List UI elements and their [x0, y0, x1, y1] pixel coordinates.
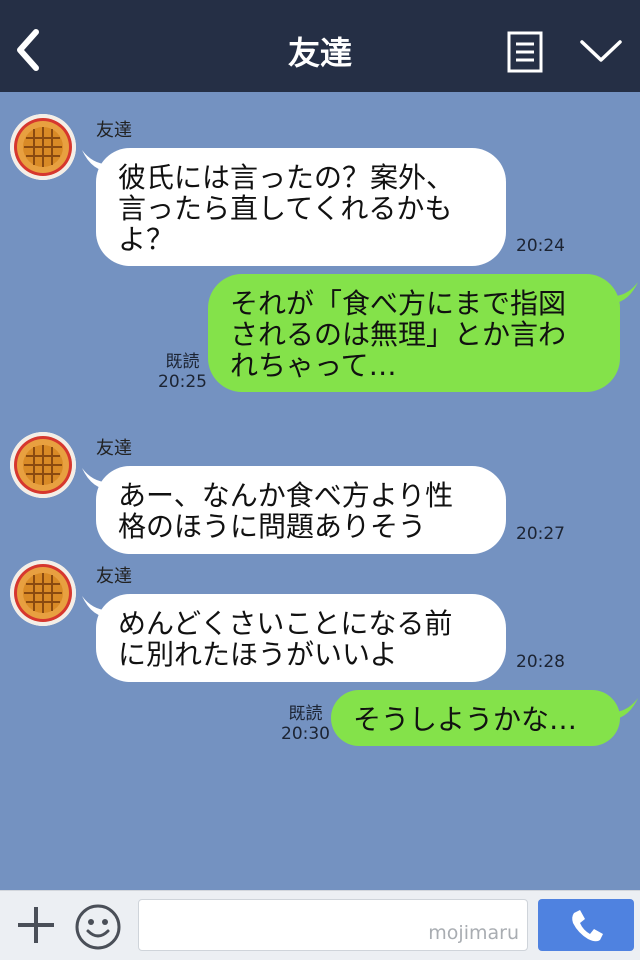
- smile-icon[interactable]: [74, 903, 122, 951]
- message-bubble-incoming[interactable]: めんどくさいことになる前 に別れたほうがいいよ: [96, 594, 506, 682]
- chevron-down-icon[interactable]: [578, 36, 624, 66]
- pie-avatar-icon: [10, 432, 76, 498]
- message-time: 20:27: [516, 524, 565, 544]
- watermark: mojimaru: [428, 922, 519, 944]
- read-receipt: 既読 20:30: [281, 704, 330, 744]
- sender-name: 友達: [96, 566, 132, 587]
- chat-title: 友達: [287, 34, 352, 72]
- sender-name: 友達: [96, 120, 132, 141]
- input-bar: mojimaru: [0, 890, 640, 960]
- chat-area[interactable]: 友達 彼氏には言ったの？案外、 言ったら直してくれるかも よ？ 20:24 既読…: [0, 92, 640, 890]
- read-receipt: 既読 20:25: [158, 352, 207, 392]
- read-label: 既読: [165, 352, 200, 372]
- message-time: 20:24: [516, 236, 565, 256]
- message-input[interactable]: mojimaru: [138, 899, 528, 951]
- chat-header: 友達: [0, 0, 640, 92]
- avatar[interactable]: [10, 114, 76, 180]
- plus-icon[interactable]: [14, 903, 58, 947]
- message-time: 20:28: [516, 652, 565, 672]
- notes-menu-icon[interactable]: [507, 31, 543, 73]
- avatar[interactable]: [10, 560, 76, 626]
- call-button[interactable]: [538, 899, 634, 951]
- avatar[interactable]: [10, 432, 76, 498]
- pie-avatar-icon: [10, 560, 76, 626]
- phone-icon: [572, 910, 603, 942]
- message-time: 20:25: [158, 372, 207, 392]
- message-bubble-outgoing[interactable]: それが「食べ方にまで指図 されるのは無理」とか言わ れちゃって…: [208, 274, 620, 392]
- message-bubble-incoming[interactable]: 彼氏には言ったの？案外、 言ったら直してくれるかも よ？: [96, 148, 506, 266]
- sender-name: 友達: [96, 438, 132, 459]
- read-label: 既読: [288, 704, 323, 724]
- message-time: 20:30: [281, 724, 330, 744]
- pie-avatar-icon: [10, 114, 76, 180]
- message-bubble-outgoing[interactable]: そうしようかな…: [331, 690, 620, 746]
- message-bubble-incoming[interactable]: あー、なんか食べ方より性 格のほうに問題ありそう: [96, 466, 506, 554]
